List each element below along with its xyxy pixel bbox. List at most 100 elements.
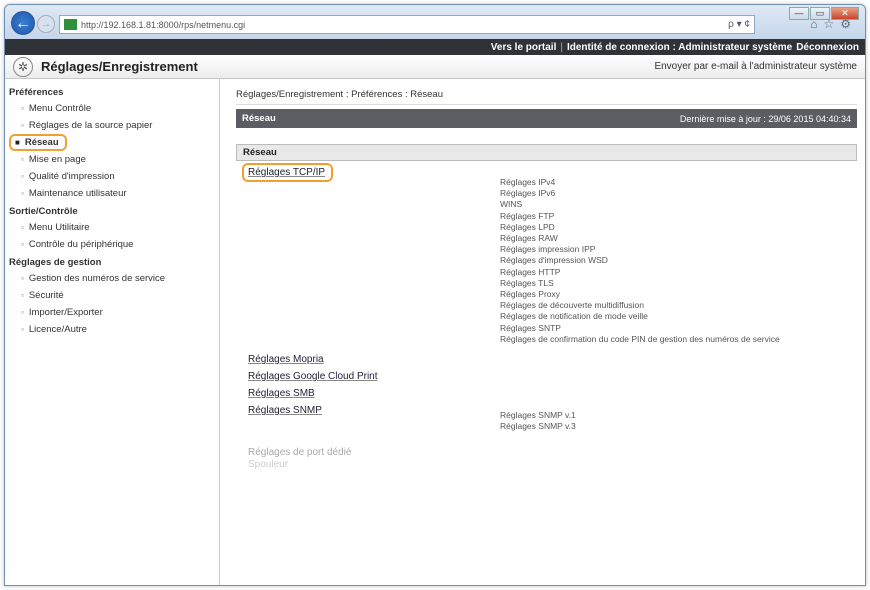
settings-row-google: Réglages Google Cloud Print — [236, 368, 857, 385]
sidebar-item-label: Menu Contrôle — [28, 103, 92, 114]
row-left: Réglages de port dédié — [236, 432, 500, 458]
tcpip-sub-item: Réglages d'impression WSD — [500, 255, 608, 266]
search-refresh-icon[interactable]: ρ ▾ ¢ — [728, 19, 750, 30]
settings-row-smb: Réglages SMB — [236, 385, 857, 402]
page-header: ✲ Réglages/Enregistrement Envoyer par e-… — [5, 55, 865, 79]
sidebar-item-importer-exporter[interactable]: ▫ Importer/Exporter — [5, 304, 219, 321]
logout-link[interactable]: Déconnexion — [796, 42, 859, 53]
content-pane: Réglages/Enregistrement : Préférences : … — [220, 79, 865, 585]
sidebar: Préférences ▫ Menu Contrôle ▫ Réglages de … — [5, 79, 220, 585]
minimize-button[interactable]: — — [789, 7, 809, 20]
section-title: Réseau — [242, 113, 276, 124]
snmp-settings-link[interactable]: Réglages SNMP — [248, 402, 322, 419]
settings-rows: Réglages TCP/IP Réglages IPv4 Réglages IP… — [236, 163, 857, 470]
row-left: Réglages Google Cloud Print — [236, 368, 500, 385]
sidebar-item-licence[interactable]: ▫ Licence/Autre — [5, 321, 219, 338]
bullet-icon: ▫ — [21, 308, 24, 317]
spooler-link[interactable]: Spouleur — [248, 456, 288, 473]
bullet-icon: ▫ — [21, 104, 24, 113]
email-admin-link[interactable]: Envoyer par e-mail à l'administrateur sy… — [654, 61, 857, 72]
sidebar-item-label: Contrôle du périphérique — [28, 239, 134, 250]
sidebar-section-preferences: Préférences — [9, 87, 64, 98]
settings-row-spooler: Spouleur — [236, 458, 857, 470]
sidebar-item-mise-en-page[interactable]: ▫ Mise en page — [5, 151, 219, 168]
last-update-text: Dernière mise à jour : 29/06 2015 04:40:… — [679, 113, 851, 124]
tcpip-sub-item: Réglages Proxy — [500, 289, 561, 300]
sidebar-item-label: Gestion des numéros de service — [28, 273, 166, 284]
settings-row-tcpip: Réglages TCP/IP Réglages IPv4 Réglages IP… — [236, 163, 857, 345]
subsection-header: Réseau — [236, 144, 857, 161]
bullet-icon: ▫ — [21, 155, 24, 164]
mopria-settings-link[interactable]: Réglages Mopria — [248, 351, 324, 368]
sidebar-item-label: Mise en page — [28, 154, 86, 165]
row-left: Réglages SMB — [236, 385, 500, 402]
tcpip-sub-item: Réglages SNTP — [500, 322, 561, 333]
sidebar-item-label: Importer/Exporter — [28, 307, 103, 318]
tcpip-sub-item: Réglages HTTP — [500, 266, 561, 277]
tcpip-sub-item: Réglages IPv6 — [500, 188, 556, 199]
sidebar-item-label: Sécurité — [28, 290, 64, 301]
identity-text: Identité de connexion : Administrateur s… — [566, 41, 793, 53]
sidebar-item-reseau[interactable]: ■ Réseau — [5, 134, 219, 151]
home-star-gear-icons[interactable]: ⌂☆⚙ — [810, 17, 857, 31]
browser-chrome: ← → http://192.168.1.81:8000/rps/netmenu… — [5, 5, 865, 39]
row-left: Réglages Mopria — [236, 345, 500, 368]
bullet-icon: ▫ — [21, 325, 24, 334]
sidebar-item-maintenance[interactable]: ▫ Maintenance utilisateur — [5, 185, 219, 202]
forward-arrow-icon[interactable]: → — [37, 15, 55, 33]
bullet-icon: ■ — [15, 138, 20, 147]
site-icon — [64, 19, 77, 30]
bullet-icon: ▫ — [21, 121, 24, 130]
sidebar-item-utilitaire[interactable]: ▫ Menu Utilitaire — [5, 219, 219, 236]
tcpip-settings-link[interactable]: Réglages TCP/IP — [242, 163, 334, 182]
sidebar-item-label: Réglages de la source papier — [28, 120, 153, 131]
breadcrumb: Réglages/Enregistrement : Préférences : … — [236, 89, 857, 105]
back-arrow-icon[interactable]: ← — [11, 11, 35, 35]
tcpip-sub-item: Réglages IPv4 — [500, 177, 556, 187]
snmp-sub-item: Réglages SNMP v.3 — [500, 421, 576, 432]
sidebar-item-label: Qualité d'impression — [28, 171, 115, 182]
sidebar-section-gestion: Réglages de gestion — [9, 257, 102, 268]
sidebar-item-controle-peripherique[interactable]: ▫ Contrôle du périphérique — [5, 236, 219, 253]
row-left: Réglages TCP/IP — [236, 163, 500, 345]
smb-settings-link[interactable]: Réglages SMB — [248, 385, 315, 402]
bullet-icon: ▫ — [21, 274, 24, 283]
sidebar-item-source-papier[interactable]: ▫ Réglages de la source papier — [5, 117, 219, 134]
sidebar-item-numeros-service[interactable]: ▫ Gestion des numéros de service — [5, 270, 219, 287]
page-title: Réglages/Enregistrement — [41, 59, 198, 74]
tcpip-sub-list: Réglages IPv4 Réglages IPv6 WINS Réglages F… — [500, 163, 857, 345]
address-bar[interactable]: http://192.168.1.81:8000/rps/netmenu.cgi… — [59, 15, 755, 34]
tcpip-sub-item: Réglages impression IPP — [500, 244, 596, 255]
sidebar-item-label: Maintenance utilisateur — [28, 188, 127, 199]
sidebar-section-sortie: Sortie/Contrôle — [9, 206, 78, 217]
sidebar-item-label: Menu Utilitaire — [28, 222, 90, 233]
settings-row-dedicated-port: Réglages de port dédié — [236, 432, 857, 458]
tcpip-sub-item: Réglages RAW — [500, 233, 558, 244]
settings-logo-icon: ✲ — [13, 56, 33, 77]
settings-row-mopria: Réglages Mopria — [236, 345, 857, 368]
tcpip-sub-item: Réglages TLS — [500, 277, 554, 288]
highlight-box: ■ Réseau — [9, 134, 67, 151]
google-cloud-print-link[interactable]: Réglages Google Cloud Print — [248, 368, 378, 385]
tcpip-sub-item: Réglages de notification de mode veille — [500, 311, 648, 322]
snmp-sub-item: Réglages SNMP v.1 — [500, 410, 576, 421]
sidebar-item-menu-controle[interactable]: ▫ Menu Contrôle — [5, 100, 219, 117]
row-left: Spouleur — [236, 458, 500, 470]
sidebar-item-qualite[interactable]: ▫ Qualité d'impression — [5, 168, 219, 185]
tcpip-sub-item: Réglages de confirmation du code PIN de … — [500, 333, 780, 344]
top-bar: Vers le portail | Identité de connexion … — [5, 39, 865, 55]
main-area: Préférences ▫ Menu Contrôle ▫ Réglages de … — [5, 79, 865, 585]
sidebar-item-securite[interactable]: ▫ Sécurité — [5, 287, 219, 304]
portal-link[interactable]: Vers le portail — [491, 42, 557, 53]
tcpip-sub-item: Réglages de découverte multidiffusion — [500, 300, 644, 311]
tcpip-sub-item: Réglages LPD — [500, 221, 555, 232]
bullet-icon: ▫ — [21, 189, 24, 198]
url-text: http://192.168.1.81:8000/rps/netmenu.cgi — [81, 19, 246, 30]
sidebar-item-label: Licence/Autre — [28, 324, 87, 335]
tcpip-sub-item: WINS — [500, 199, 523, 210]
sidebar-item-label: Réseau — [24, 137, 59, 148]
bullet-icon: ▫ — [21, 291, 24, 300]
section-header: Réseau Dernière mise à jour : 29/06 2015… — [236, 109, 857, 128]
bullet-icon: ▫ — [21, 172, 24, 181]
bullet-icon: ▫ — [21, 240, 24, 249]
